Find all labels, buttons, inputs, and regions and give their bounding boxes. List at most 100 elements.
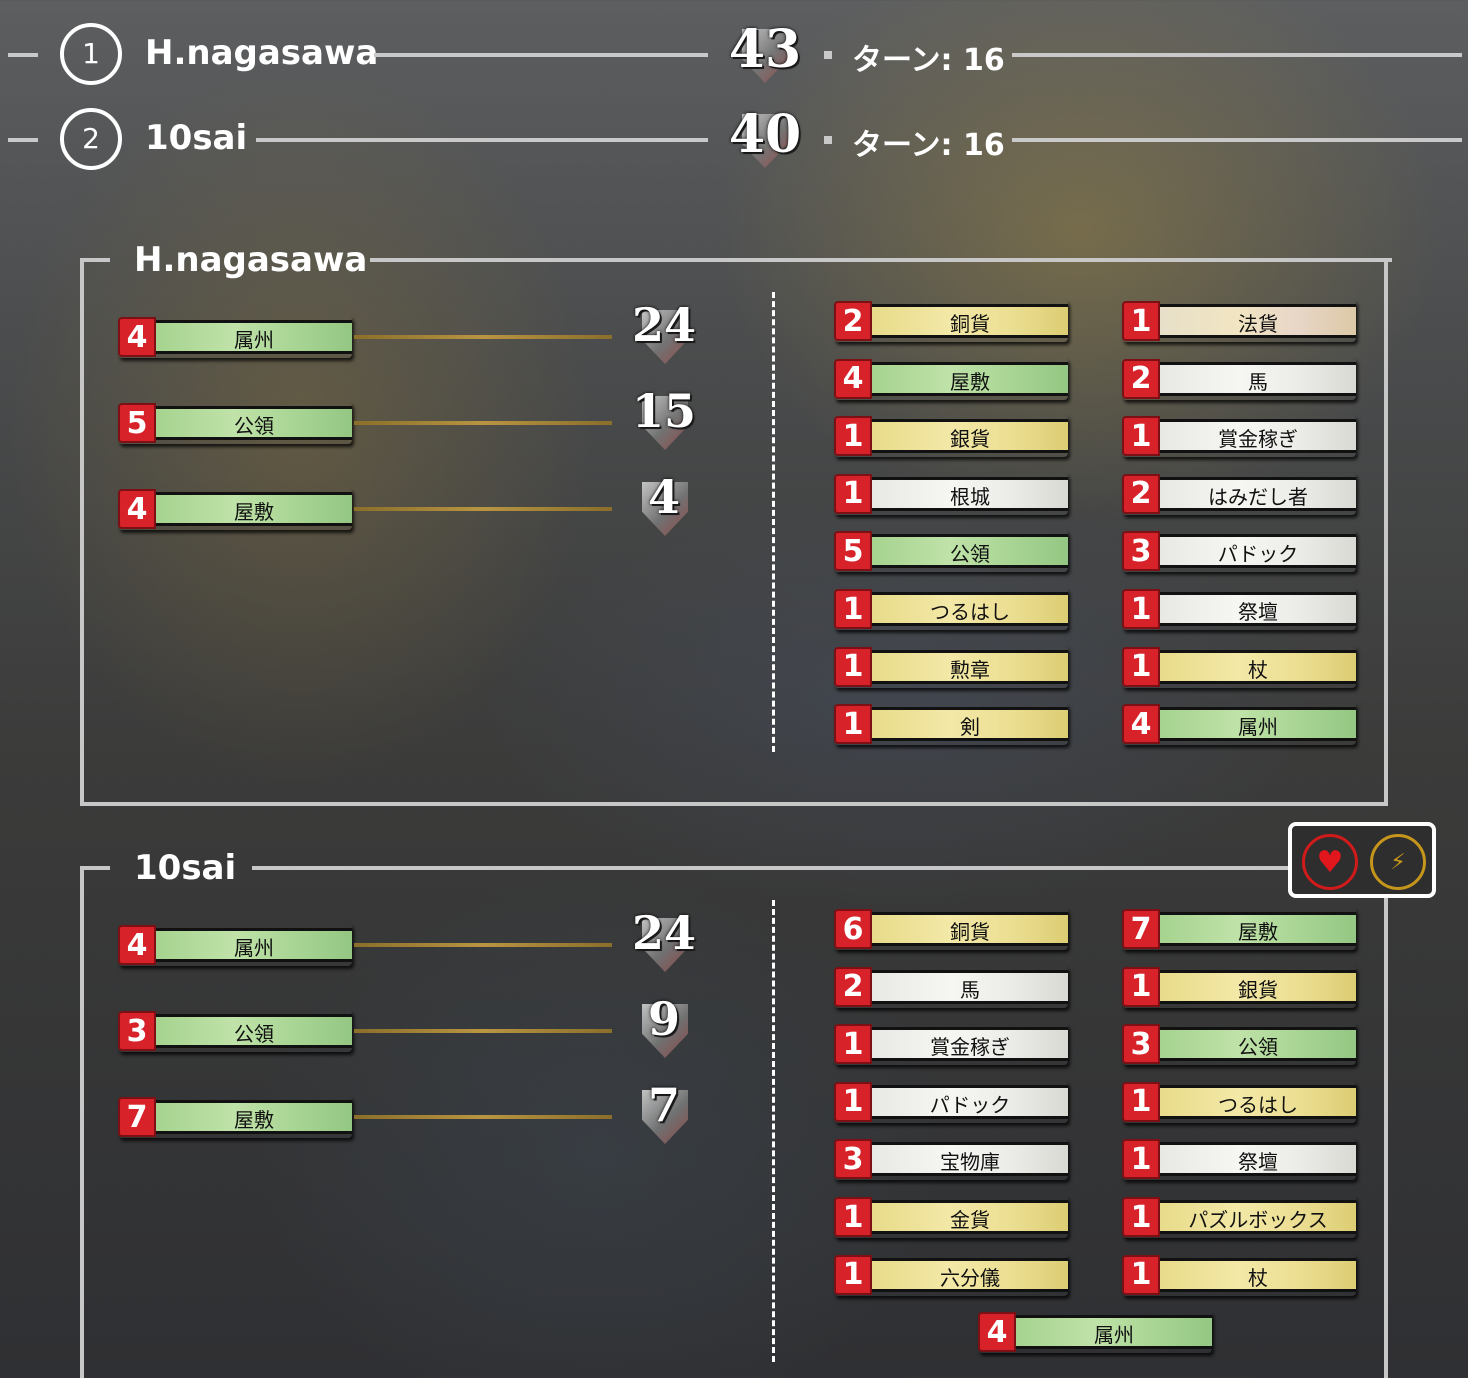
card-name: 法貨 bbox=[1160, 304, 1356, 338]
card-name: 杖 bbox=[1160, 1257, 1356, 1292]
card-entry[interactable]: 7 屋敷 bbox=[118, 1096, 352, 1138]
card-count: 1 bbox=[1122, 589, 1160, 629]
lightning-icon[interactable]: ⚡ bbox=[1370, 834, 1426, 890]
card-entry[interactable]: 1 パズルボックス bbox=[1122, 1196, 1356, 1238]
card-count: 3 bbox=[1122, 1024, 1160, 1065]
scoreboard-row-2: 2 10sai 40 ターン: 16 bbox=[0, 100, 1468, 180]
card-count: 2 bbox=[834, 966, 872, 1007]
card-entry[interactable]: 1 法貨 bbox=[1122, 300, 1356, 342]
card-name: 属州 bbox=[156, 320, 352, 354]
card-entry[interactable]: 1剣 bbox=[834, 703, 1068, 745]
card-count: 3 bbox=[1122, 531, 1160, 572]
card-entry[interactable]: 2 はみだし者 bbox=[1122, 473, 1356, 515]
card-entry[interactable]: 4 属州 bbox=[1122, 703, 1356, 745]
panel-title: 10sai bbox=[134, 848, 237, 888]
card-entry[interactable]: 2馬 bbox=[834, 966, 1068, 1008]
card-name: 賞金稼ぎ bbox=[872, 1027, 1068, 1062]
card-entry[interactable]: 3 パドック bbox=[1122, 530, 1356, 572]
separator-dot bbox=[824, 136, 832, 144]
card-entry[interactable]: 4 属州 bbox=[118, 924, 352, 966]
card-name: 公領 bbox=[1160, 1027, 1356, 1062]
card-entry[interactable]: 3 公領 bbox=[1122, 1023, 1356, 1065]
turn-count: ターン: 16 bbox=[852, 128, 1005, 163]
card-count: 4 bbox=[1122, 704, 1160, 745]
card-count: 1 bbox=[1122, 1254, 1160, 1295]
total-score: 43 bbox=[728, 19, 802, 80]
card-entry[interactable]: 3 宝物庫 bbox=[834, 1138, 1068, 1180]
card-count: 1 bbox=[834, 646, 872, 687]
panel-border bbox=[370, 258, 1392, 262]
card-entry[interactable]: 1 銀貨 bbox=[834, 415, 1068, 457]
card-count: 4 bbox=[118, 317, 156, 357]
card-name: 勲章 bbox=[872, 649, 1068, 684]
divider-line bbox=[8, 53, 38, 57]
heart-icon[interactable]: ♥ bbox=[1302, 834, 1358, 890]
card-name: つるはし bbox=[1160, 1084, 1356, 1119]
card-entry[interactable]: 1 六分儀 bbox=[834, 1254, 1068, 1296]
card-name: 公領 bbox=[156, 406, 352, 440]
card-entry[interactable]: 1 パドック bbox=[834, 1081, 1068, 1123]
card-entry[interactable]: 1 賞金稼ぎ bbox=[1122, 415, 1356, 457]
panel-border bbox=[80, 866, 110, 870]
card-entry[interactable]: 1 銀貨 bbox=[1122, 966, 1356, 1008]
card-name: 公領 bbox=[156, 1014, 352, 1048]
card-entry[interactable]: 1 つるはし bbox=[834, 588, 1068, 630]
card-entry[interactable]: 7 屋敷 bbox=[1122, 908, 1356, 950]
card-entry[interactable]: 2馬 bbox=[1122, 358, 1356, 400]
card-count: 7 bbox=[118, 1097, 156, 1137]
category-score: 7 bbox=[647, 1078, 680, 1132]
card-entry[interactable]: 1 つるはし bbox=[1122, 1081, 1356, 1123]
card-name: パドック bbox=[1160, 534, 1356, 569]
divider-line bbox=[1012, 53, 1462, 57]
card-entry[interactable]: 1 金貨 bbox=[834, 1196, 1068, 1238]
player-name: H.nagasawa bbox=[145, 33, 379, 73]
card-count: 3 bbox=[118, 1011, 156, 1051]
score-connector bbox=[354, 335, 612, 339]
score-connector bbox=[354, 943, 612, 947]
category-score: 24 bbox=[631, 906, 696, 960]
card-count: 1 bbox=[834, 1024, 872, 1065]
card-entry[interactable]: 1 祭壇 bbox=[1122, 1138, 1356, 1180]
card-name: 銅貨 bbox=[872, 304, 1068, 338]
card-entry[interactable]: 4 属州 bbox=[978, 1311, 1212, 1353]
card-name: 属州 bbox=[1016, 1315, 1212, 1350]
card-entry[interactable]: 1 勲章 bbox=[834, 646, 1068, 688]
card-entry[interactable]: 1杖 bbox=[1122, 1254, 1356, 1296]
card-name: 六分儀 bbox=[872, 1257, 1068, 1292]
card-name: パドック bbox=[872, 1084, 1068, 1119]
card-name: 根城 bbox=[872, 476, 1068, 511]
card-name: 祭壇 bbox=[1160, 1142, 1356, 1177]
card-entry[interactable]: 5 公領 bbox=[834, 530, 1068, 572]
reaction-panel: ♥ ⚡ bbox=[1288, 822, 1436, 898]
card-entry[interactable]: 4 屋敷 bbox=[834, 358, 1068, 400]
card-name: 金貨 bbox=[872, 1200, 1068, 1234]
category-score: 4 bbox=[647, 470, 680, 524]
card-count: 2 bbox=[1122, 473, 1160, 514]
card-entry[interactable]: 4 属州 bbox=[118, 316, 352, 358]
card-name: 公領 bbox=[872, 534, 1068, 569]
card-entry[interactable]: 1 賞金稼ぎ bbox=[834, 1023, 1068, 1065]
card-entry[interactable]: 1 祭壇 bbox=[1122, 588, 1356, 630]
card-name: 銀貨 bbox=[872, 419, 1068, 454]
card-entry[interactable]: 1杖 bbox=[1122, 646, 1356, 688]
card-entry[interactable]: 4 屋敷 bbox=[118, 488, 352, 530]
card-name: 銅貨 bbox=[872, 912, 1068, 946]
card-name: はみだし者 bbox=[1160, 476, 1356, 511]
card-count: 1 bbox=[834, 1254, 872, 1295]
card-entry[interactable]: 5 公領 bbox=[118, 402, 352, 444]
card-count: 4 bbox=[834, 358, 872, 399]
card-entry[interactable]: 3 公領 bbox=[118, 1010, 352, 1052]
card-name: 馬 bbox=[1160, 361, 1356, 396]
score-connector bbox=[354, 1115, 612, 1119]
dashed-divider bbox=[772, 900, 775, 1362]
card-count: 4 bbox=[978, 1312, 1016, 1353]
card-count: 2 bbox=[834, 301, 872, 341]
card-count: 1 bbox=[834, 1197, 872, 1237]
card-count: 4 bbox=[118, 489, 156, 529]
card-entry[interactable]: 2 銅貨 bbox=[834, 300, 1068, 342]
card-entry[interactable]: 6 銅貨 bbox=[834, 908, 1068, 950]
card-name: 祭壇 bbox=[1160, 592, 1356, 626]
card-count: 2 bbox=[1122, 358, 1160, 399]
card-entry[interactable]: 1 根城 bbox=[834, 473, 1068, 515]
card-name: 屋敷 bbox=[156, 1100, 352, 1134]
